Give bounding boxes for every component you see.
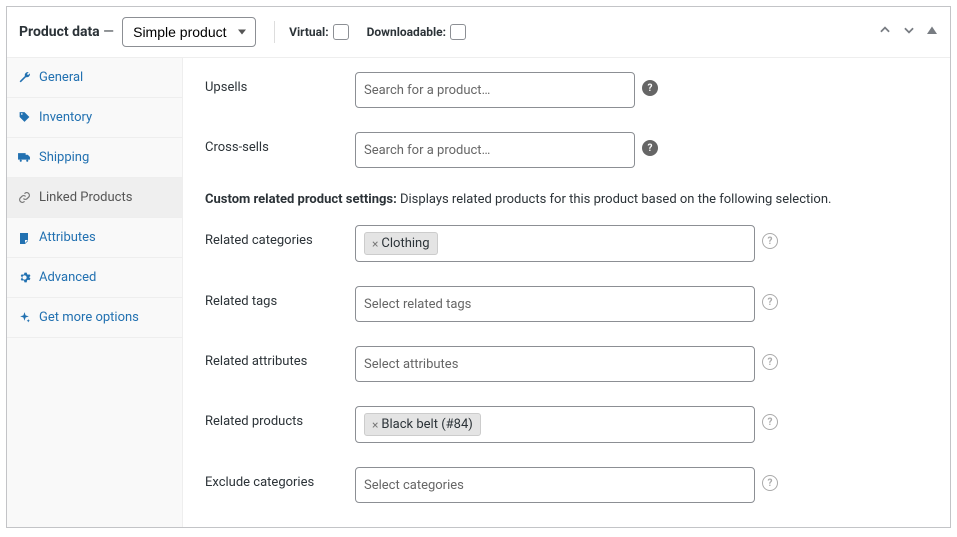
- help-icon[interactable]: ?: [762, 233, 778, 249]
- tag-text: Clothing: [381, 236, 429, 251]
- tag-text: Black belt (#84): [381, 417, 472, 432]
- product-type-select-wrap: Simple product: [122, 17, 256, 47]
- placeholder-text: Search for a product…: [364, 143, 490, 158]
- exclude-categories-row: Exclude categories Select categories ?: [205, 467, 928, 503]
- wrench-icon: [17, 71, 31, 84]
- cross-sells-label: Cross-sells: [205, 132, 355, 155]
- downloadable-checkbox[interactable]: [450, 24, 466, 40]
- move-up-icon[interactable]: [878, 23, 892, 41]
- product-data-tabs: General Inventory Shipping Linked Produc…: [7, 58, 183, 527]
- move-down-icon[interactable]: [902, 23, 916, 41]
- remove-tag-icon[interactable]: ×: [372, 418, 378, 432]
- placeholder-text: Select categories: [364, 478, 464, 493]
- help-icon[interactable]: ?: [762, 294, 778, 310]
- upsells-label: Upsells: [205, 72, 355, 95]
- note-icon: [17, 232, 31, 244]
- tab-label: Linked Products: [39, 190, 132, 205]
- tab-label: Inventory: [39, 110, 92, 125]
- remove-tag-icon[interactable]: ×: [372, 237, 378, 251]
- desc-rest: Displays related products for this produ…: [397, 192, 832, 207]
- upsells-input[interactable]: Search for a product…: [355, 72, 635, 108]
- gear-icon: [17, 271, 31, 284]
- related-products-row: Related products ×Black belt (#84) ?: [205, 406, 928, 443]
- help-icon[interactable]: ?: [642, 80, 658, 96]
- link-icon: [17, 191, 31, 204]
- related-attributes-input[interactable]: Select attributes: [355, 346, 755, 382]
- tag-black-belt[interactable]: ×Black belt (#84): [364, 413, 481, 436]
- panel-controls: [878, 23, 938, 41]
- downloadable-label-text: Downloadable:: [367, 25, 446, 39]
- panel-header: Product data — Simple product Virtual: D…: [7, 7, 950, 58]
- toggle-panel-icon[interactable]: [926, 24, 938, 40]
- tab-linked-products[interactable]: Linked Products: [7, 178, 182, 218]
- sparkle-icon: [17, 311, 31, 324]
- related-attributes-row: Related attributes Select attributes ?: [205, 346, 928, 382]
- related-tags-input[interactable]: Select related tags: [355, 286, 755, 322]
- related-categories-row: Related categories ×Clothing ?: [205, 225, 928, 262]
- tab-general[interactable]: General: [7, 58, 182, 98]
- dash: —: [103, 24, 114, 40]
- exclude-categories-label: Exclude categories: [205, 467, 355, 490]
- help-icon[interactable]: ?: [762, 475, 778, 491]
- linked-products-content: Upsells Search for a product… ? Cross-se…: [183, 58, 950, 527]
- desc-bold: Custom related product settings:: [205, 192, 397, 207]
- placeholder-text: Select attributes: [364, 357, 458, 372]
- virtual-checkbox[interactable]: [333, 24, 349, 40]
- downloadable-label[interactable]: Downloadable:: [367, 24, 466, 40]
- cross-sells-input[interactable]: Search for a product…: [355, 132, 635, 168]
- tag-clothing[interactable]: ×Clothing: [364, 232, 438, 255]
- virtual-label-text: Virtual:: [289, 25, 328, 39]
- section-description: Custom related product settings: Display…: [205, 192, 928, 207]
- related-attributes-label: Related attributes: [205, 346, 355, 369]
- truck-icon: [17, 151, 31, 164]
- panel-title-text: Product data: [19, 24, 100, 40]
- tab-label: Get more options: [39, 310, 139, 325]
- placeholder-text: Select related tags: [364, 297, 471, 312]
- tab-label: Advanced: [39, 270, 96, 285]
- related-tags-label: Related tags: [205, 286, 355, 309]
- related-categories-label: Related categories: [205, 225, 355, 248]
- tab-advanced[interactable]: Advanced: [7, 258, 182, 298]
- panel-title: Product data —: [19, 24, 114, 40]
- related-products-input[interactable]: ×Black belt (#84): [355, 406, 755, 443]
- help-icon[interactable]: ?: [642, 140, 658, 156]
- product-data-panel: Product data — Simple product Virtual: D…: [6, 6, 951, 528]
- tab-attributes[interactable]: Attributes: [7, 218, 182, 258]
- placeholder-text: Search for a product…: [364, 83, 490, 98]
- virtual-label[interactable]: Virtual:: [289, 24, 348, 40]
- tab-get-more-options[interactable]: Get more options: [7, 298, 182, 338]
- exclude-categories-input[interactable]: Select categories: [355, 467, 755, 503]
- upsells-row: Upsells Search for a product… ?: [205, 72, 928, 108]
- tab-label: General: [39, 70, 83, 85]
- help-icon[interactable]: ?: [762, 414, 778, 430]
- related-products-label: Related products: [205, 406, 355, 429]
- help-icon[interactable]: ?: [762, 354, 778, 370]
- related-tags-row: Related tags Select related tags ?: [205, 286, 928, 322]
- panel-body: General Inventory Shipping Linked Produc…: [7, 58, 950, 527]
- cross-sells-row: Cross-sells Search for a product… ?: [205, 132, 928, 168]
- tab-shipping[interactable]: Shipping: [7, 138, 182, 178]
- divider: [274, 21, 275, 43]
- related-categories-input[interactable]: ×Clothing: [355, 225, 755, 262]
- tab-inventory[interactable]: Inventory: [7, 98, 182, 138]
- product-type-select[interactable]: Simple product: [122, 17, 256, 47]
- tab-label: Attributes: [39, 230, 96, 245]
- tab-label: Shipping: [39, 150, 89, 165]
- tag-icon: [17, 111, 31, 124]
